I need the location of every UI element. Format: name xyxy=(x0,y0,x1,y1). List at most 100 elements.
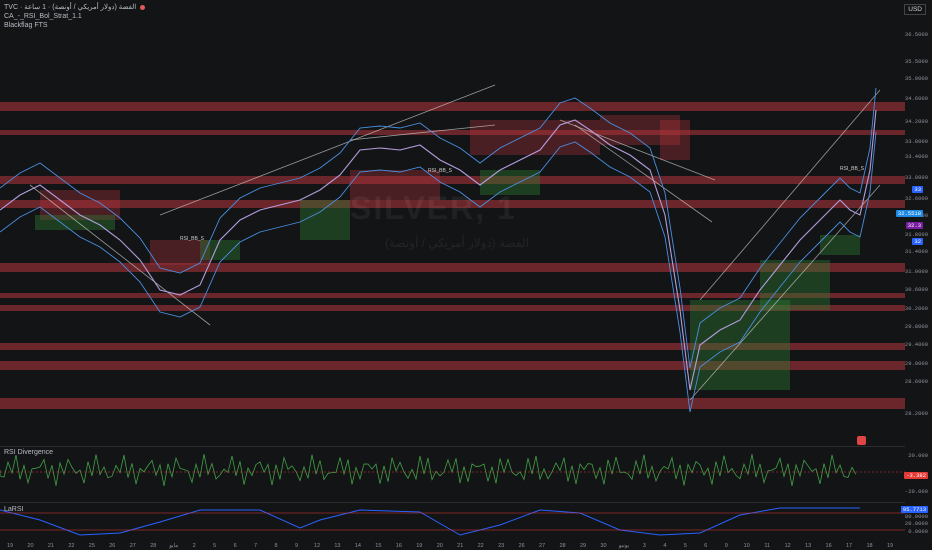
time-axis-label: 28 xyxy=(150,543,157,549)
time-axis-label: 7 xyxy=(254,543,258,549)
time-axis-label: 26 xyxy=(518,543,525,549)
time-axis-label: 6 xyxy=(704,543,708,549)
price-axis-tick: 34.2000 xyxy=(904,118,928,125)
strategy-signal-label: RSI_BB_S xyxy=(428,168,453,174)
rsi-div-tick-bottom: -20.000 xyxy=(904,488,928,495)
time-axis-label: مايو xyxy=(169,543,179,549)
price-axis-tick: 31.8000 xyxy=(904,231,928,238)
symbol-name-watermark: الفضة (دولار أمريكي / أونصة) xyxy=(385,236,529,250)
indicator-legend-rsi-bol[interactable]: CA_-_RSI_Bol_Strat_1.1 xyxy=(4,12,145,21)
time-axis-label: 5 xyxy=(683,543,687,549)
time-axis-label: 26 xyxy=(109,543,116,549)
resistance-zone xyxy=(0,176,905,184)
green-cloud xyxy=(300,200,350,240)
larsi-line xyxy=(0,507,860,536)
time-axis-label: 5 xyxy=(213,543,217,549)
green-cloud xyxy=(690,300,790,390)
price-axis-tick: 33.4000 xyxy=(904,153,928,160)
strategy-signal-label: RSI_BB_S xyxy=(840,166,865,172)
price-axis-tick: 28.2000 xyxy=(904,410,928,417)
time-axis-label: 19 xyxy=(6,543,14,549)
rsi-div-tick-top: 20.000 xyxy=(908,452,928,459)
chart-legend: TVC · الفضة (دولار أمريكي / أونصة) · 1 س… xyxy=(4,3,146,30)
time-axis-label: 28 xyxy=(559,543,566,549)
price-axis-tick: 28.6000 xyxy=(904,378,928,385)
time-axis-label: 11 xyxy=(764,543,771,549)
time-axis-label: 18 xyxy=(866,543,873,549)
price-axis-tick: 35.5000 xyxy=(904,58,928,65)
time-axis-label: 14 xyxy=(354,543,361,549)
time-axis-label: 2 xyxy=(192,543,196,549)
symbol-watermark: SILVER, 1 xyxy=(350,190,517,226)
time-axis-label: 29 xyxy=(579,543,587,549)
time-axis-label: يونيو xyxy=(618,543,630,549)
price-tag-label: 32.3 xyxy=(905,222,923,229)
time-axis-label: 8 xyxy=(274,543,278,549)
price-axis-tick: 30.2000 xyxy=(904,305,928,312)
green-cloud xyxy=(820,235,860,255)
larsi-tick-20: 20.0000 xyxy=(904,520,928,527)
red-cloud xyxy=(660,120,690,160)
larsi-value-tag: 95.7713 xyxy=(900,506,928,513)
currency-button[interactable]: USD xyxy=(904,4,926,15)
price-chart-canvas[interactable]: RSI_BB_S RSI_BB_S RSI_BB_S xyxy=(0,0,905,550)
resistance-zone xyxy=(0,398,905,409)
rsi-divergence-label[interactable]: RSI Divergence xyxy=(4,449,53,456)
price-tag-label: 32.5518 xyxy=(895,210,923,217)
time-axis-label: 19 xyxy=(416,543,423,549)
larsi-tick-80: 80.0000 xyxy=(904,513,928,520)
time-axis-label: 12 xyxy=(784,543,791,549)
time-axis-label: 9 xyxy=(294,543,299,549)
time-axis-label: 23 xyxy=(498,543,505,549)
price-axis-tick: 29.8000 xyxy=(904,323,928,330)
price-axis-tick: 36.5000 xyxy=(904,31,928,38)
time-axis-label: 9 xyxy=(724,543,728,549)
time-axis-label: 3 xyxy=(642,543,646,549)
price-axis-tick: 29.4000 xyxy=(904,341,928,348)
chart-area[interactable]: RSI_BB_S RSI_BB_S RSI_BB_S xyxy=(0,0,932,550)
larsi-tick-0: 0.0000 xyxy=(908,528,928,535)
time-axis-label: 27 xyxy=(129,543,136,549)
time-axis-label: 20 xyxy=(27,543,34,549)
price-axis-tick: 34.6000 xyxy=(904,95,928,102)
rsi-divergence-line xyxy=(0,454,857,487)
price-axis-tick: 33.8000 xyxy=(904,138,928,145)
time-axis-label: 22 xyxy=(68,543,75,549)
price-axis-tick: 32.6000 xyxy=(904,195,928,202)
pane-divider-2[interactable] xyxy=(0,502,905,503)
time-axis-label: 21 xyxy=(457,543,464,549)
price-axis-tick: 35.0000 xyxy=(904,75,928,82)
time-axis-label: 13 xyxy=(805,543,812,549)
price-axis-tick: 33.0000 xyxy=(904,174,928,181)
time-axis-label: 16 xyxy=(825,543,832,549)
time-axis-label: 16 xyxy=(395,543,402,549)
larsi-label[interactable]: LaRSI xyxy=(4,506,23,513)
price-axis-tick: 31.4000 xyxy=(904,248,928,255)
indicator-legend-blackflag[interactable]: Blackflag FTS xyxy=(4,21,145,30)
time-axis-label: 19 xyxy=(886,543,894,549)
market-status-icon xyxy=(140,5,146,10)
price-tag-label: 32 xyxy=(912,238,923,245)
price-axis-tick: 31.0000 xyxy=(904,268,928,275)
time-axis-label: 22 xyxy=(477,543,484,549)
time-axis-label: 20 xyxy=(436,543,443,549)
time-axis-label: 27 xyxy=(539,543,546,549)
time-axis-label: 15 xyxy=(375,543,382,549)
symbol-title[interactable]: TVC · الفضة (دولار أمريكي / أونصة) · 1 س… xyxy=(4,3,136,12)
tradingview-logo-icon[interactable] xyxy=(857,436,866,445)
green-cloud xyxy=(760,260,830,310)
time-axis-label: 30 xyxy=(600,543,607,549)
price-axis-tick: 29.0000 xyxy=(904,360,928,367)
strategy-signal-label: RSI_BB_S xyxy=(180,236,205,242)
time-axis-label: 12 xyxy=(313,543,321,549)
time-axis-label: 4 xyxy=(663,543,667,549)
resistance-zone xyxy=(0,130,905,135)
price-axis-tick: 30.6000 xyxy=(904,286,928,293)
time-axis-label: 17 xyxy=(846,543,853,549)
time-axis-label: 25 xyxy=(88,543,95,549)
pane-divider[interactable] xyxy=(0,446,905,447)
time-axis-label: 13 xyxy=(334,543,341,549)
price-tag-label: 33 xyxy=(912,186,923,193)
time-axis-label: 6 xyxy=(233,543,237,549)
time-axis-label: 10 xyxy=(743,543,750,549)
